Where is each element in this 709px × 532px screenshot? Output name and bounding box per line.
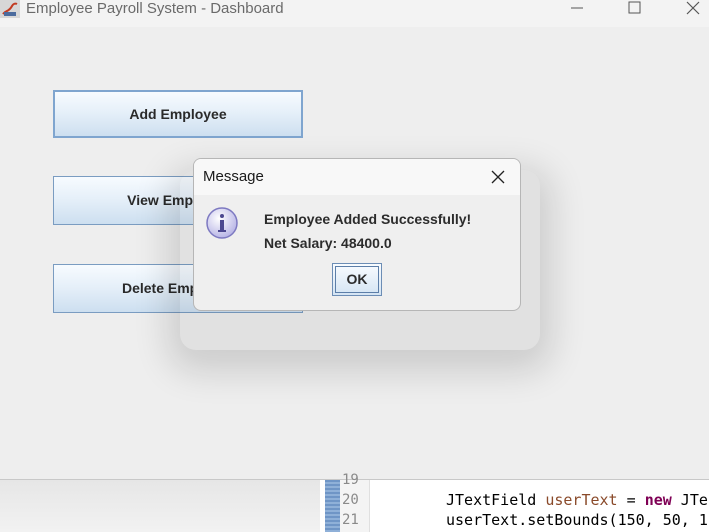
ok-button[interactable]: OK: [332, 263, 382, 296]
minimize-icon[interactable]: [562, 0, 592, 18]
maximize-icon[interactable]: [620, 0, 650, 18]
dialog-title: Message: [203, 168, 264, 185]
line-number: 19: [342, 472, 359, 488]
code-keyword: new: [644, 491, 672, 509]
code-editor: 19 20 21 JTextField userText = new JTe u…: [0, 472, 709, 532]
code-field: userText: [545, 491, 618, 509]
code-text: userText.setBounds(150, 50, 1: [446, 511, 708, 529]
dialog-message: Employee Added Successfully!: [264, 211, 472, 227]
code-line[interactable]: JTextField userText = new JTe: [446, 490, 708, 510]
ok-button-label: OK: [335, 266, 379, 293]
line-number: 21: [342, 512, 359, 528]
info-icon: [205, 206, 239, 240]
close-icon[interactable]: [678, 0, 708, 18]
dialog-close-icon[interactable]: [488, 167, 508, 187]
code-token: userText: [446, 511, 519, 529]
editor-side-panel: [0, 480, 320, 532]
code-token: =: [617, 491, 645, 509]
code-token: JTextField: [446, 491, 546, 509]
editor-change-bar: [325, 480, 340, 532]
net-salary-text: Net Salary: 48400.0: [264, 235, 392, 251]
code-token: .setBounds(150, 50, 1: [518, 511, 708, 529]
java-app-icon: [0, 0, 20, 18]
dialog-title-bar: Message: [194, 159, 520, 195]
line-number: 20: [342, 492, 359, 508]
code-line[interactable]: userText.setBounds(150, 50, 1: [446, 510, 708, 530]
add-employee-button[interactable]: Add Employee: [53, 90, 303, 138]
window-title: Employee Payroll System - Dashboard: [26, 0, 284, 17]
message-dialog: Message Employee Added Successfully! Net…: [193, 158, 521, 311]
code-text: JTextField userText = new JTe: [446, 491, 708, 509]
line-number-gutter: 19 20 21: [340, 472, 370, 532]
code-token: JTe: [671, 491, 708, 509]
title-bar: Employee Payroll System - Dashboard: [0, 0, 709, 27]
